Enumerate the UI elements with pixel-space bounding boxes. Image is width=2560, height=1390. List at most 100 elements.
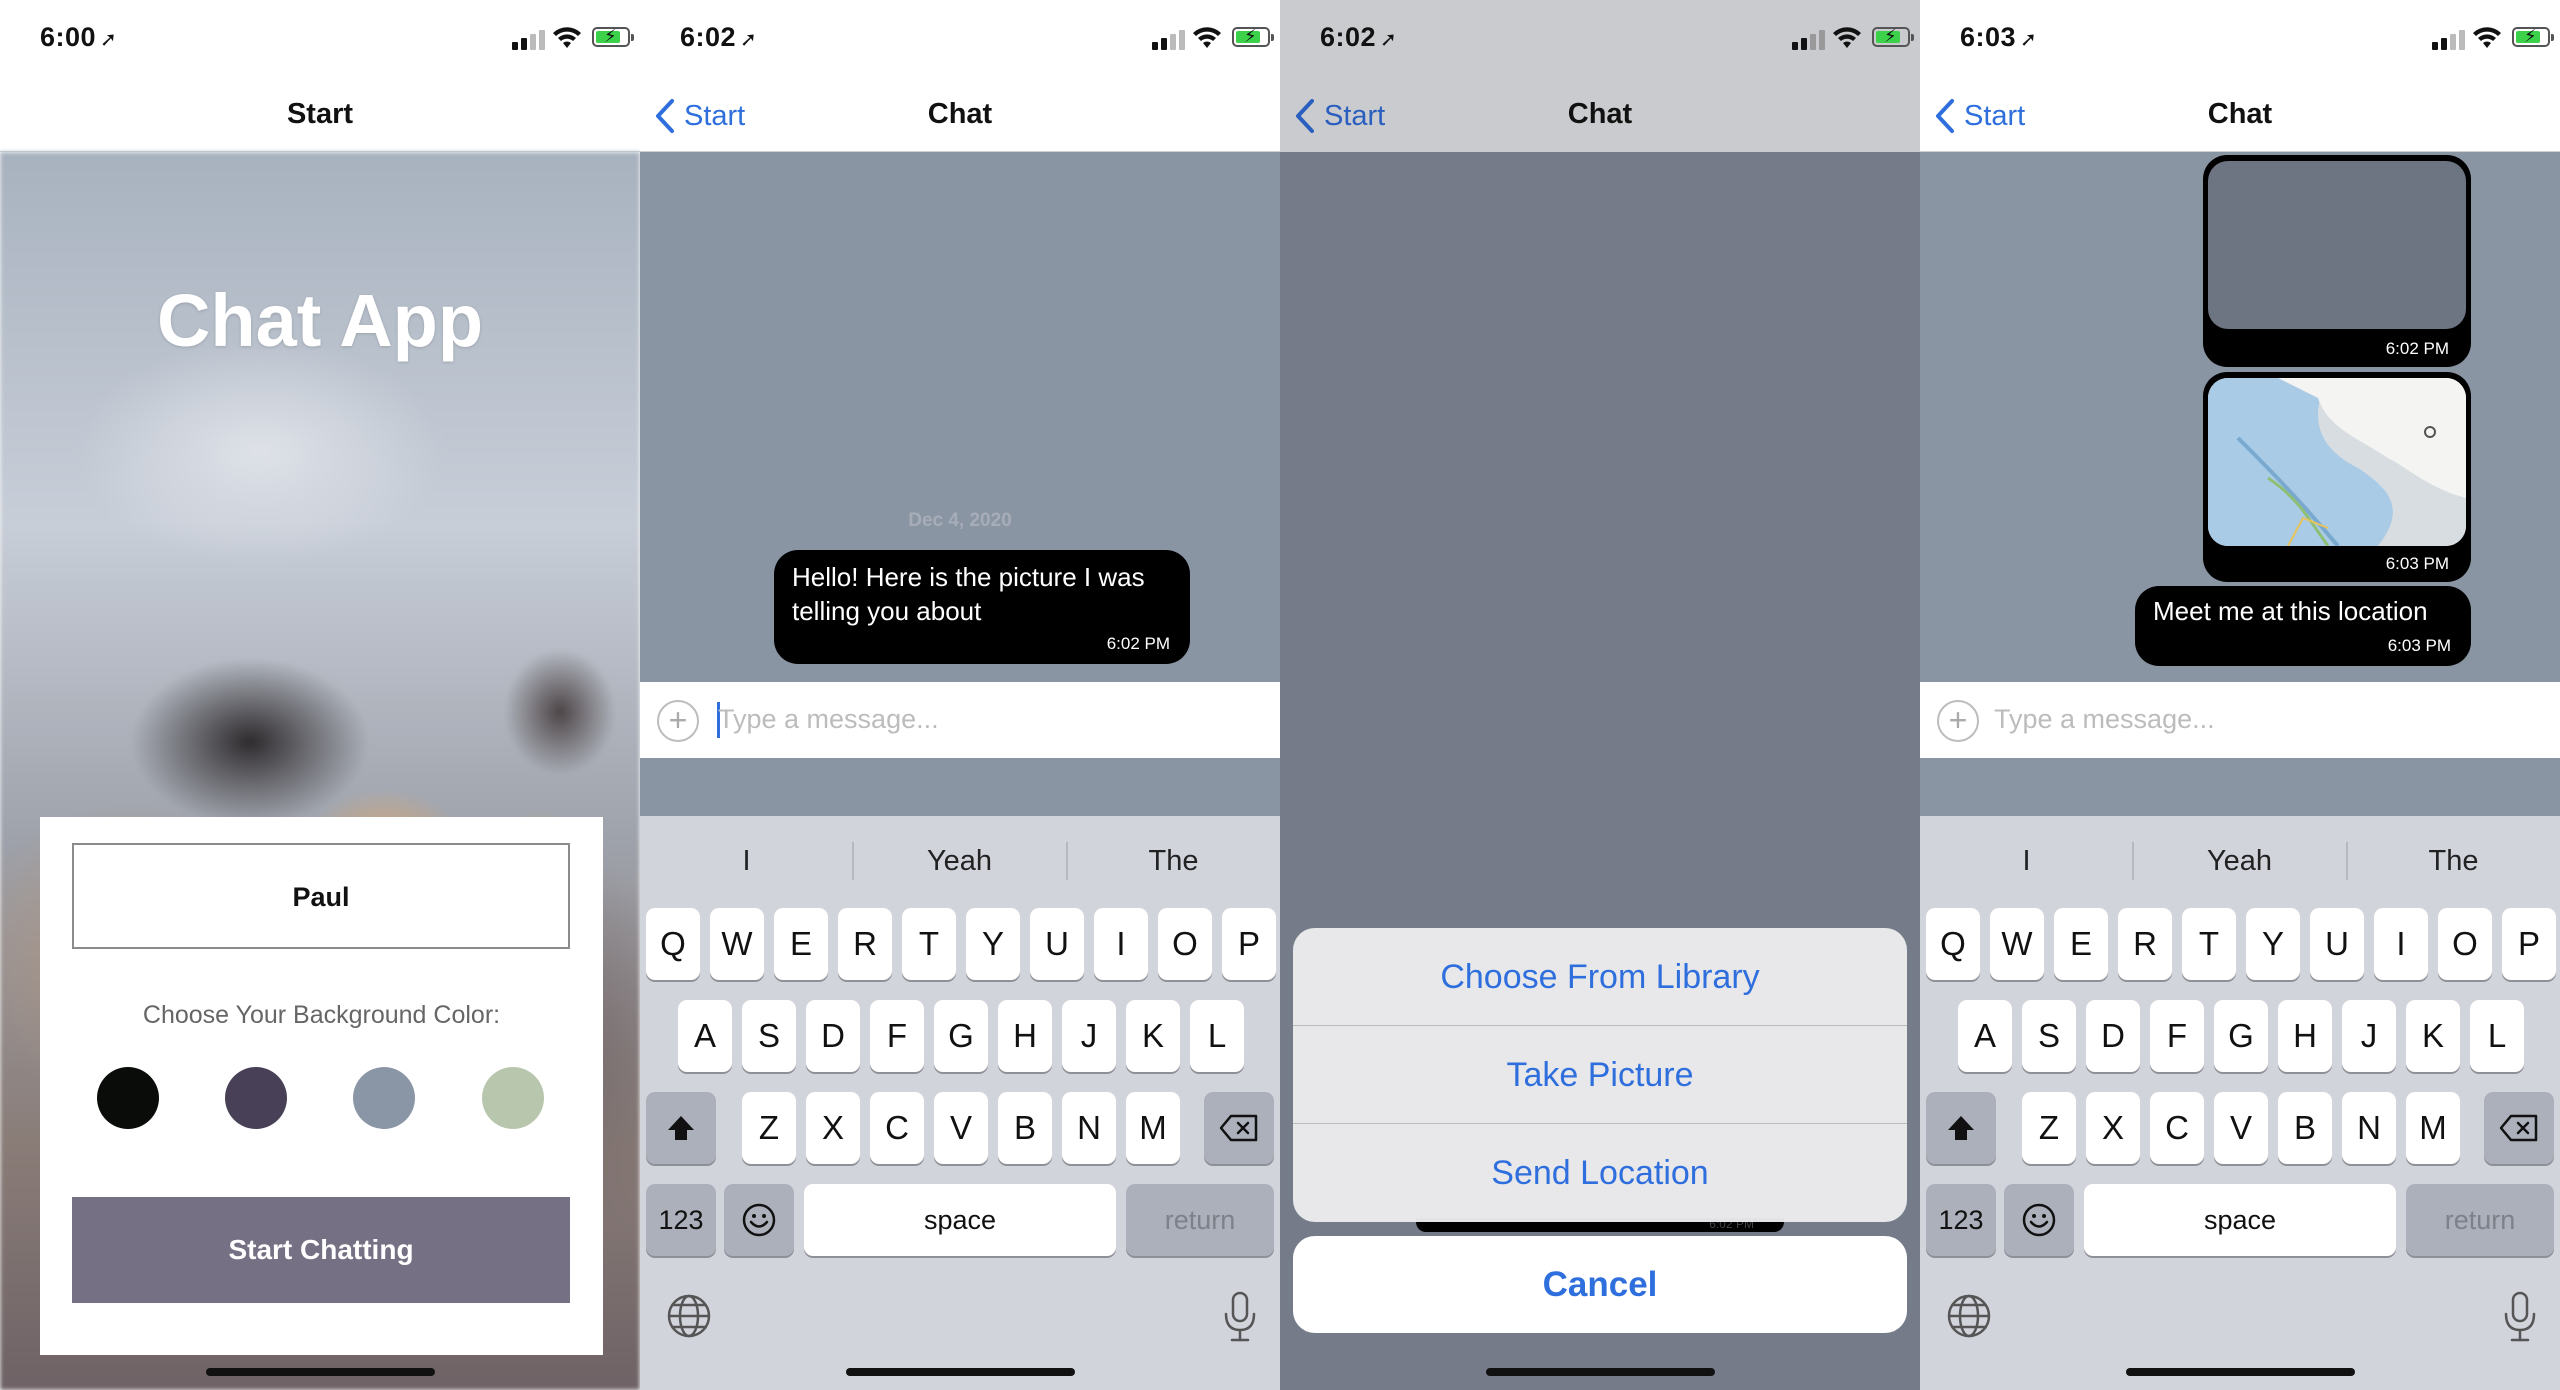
numbers-key[interactable]: 123 xyxy=(1926,1184,1996,1256)
key-e[interactable]: E xyxy=(774,908,828,980)
key-t[interactable]: T xyxy=(902,908,956,980)
name-input[interactable]: Paul xyxy=(72,843,570,949)
key-c[interactable]: C xyxy=(870,1092,924,1164)
key-s[interactable]: S xyxy=(742,1000,796,1072)
dictation-key[interactable] xyxy=(2500,1290,2540,1342)
suggestion-3[interactable]: The xyxy=(1067,832,1280,890)
cancel-button[interactable]: Cancel xyxy=(1293,1236,1907,1333)
key-h[interactable]: H xyxy=(998,1000,1052,1072)
home-indicator xyxy=(2126,1368,2355,1376)
space-key[interactable]: space xyxy=(2084,1184,2396,1256)
send-location-option[interactable]: Send Location xyxy=(1293,1124,1907,1222)
key-v[interactable]: V xyxy=(934,1092,988,1164)
key-m[interactable]: M xyxy=(2406,1092,2460,1164)
key-f[interactable]: F xyxy=(2150,1000,2204,1072)
key-c[interactable]: C xyxy=(2150,1092,2204,1164)
key-w[interactable]: W xyxy=(1990,908,2044,980)
color-swatch-purple[interactable] xyxy=(225,1067,287,1129)
key-o[interactable]: O xyxy=(2438,908,2492,980)
suggestion-1[interactable]: I xyxy=(1920,832,2133,890)
color-swatch-grey[interactable] xyxy=(353,1067,415,1129)
numbers-key[interactable]: 123 xyxy=(646,1184,716,1256)
key-s[interactable]: S xyxy=(2022,1000,2076,1072)
key-h[interactable]: H xyxy=(2278,1000,2332,1072)
message-bubble[interactable]: Meet me at this location 6:03 PM xyxy=(2135,586,2471,666)
key-b[interactable]: B xyxy=(2278,1092,2332,1164)
key-e[interactable]: E xyxy=(2054,908,2108,980)
key-u[interactable]: U xyxy=(1030,908,1084,980)
key-w[interactable]: W xyxy=(710,908,764,980)
key-y[interactable]: Y xyxy=(2246,908,2300,980)
suggestion-3[interactable]: The xyxy=(2347,832,2560,890)
key-l[interactable]: L xyxy=(1190,1000,1244,1072)
backspace-key[interactable] xyxy=(1204,1092,1274,1164)
location-arrow-icon: ➚ xyxy=(1380,29,1398,51)
backspace-key[interactable] xyxy=(2484,1092,2554,1164)
key-p[interactable]: P xyxy=(2502,908,2556,980)
key-i[interactable]: I xyxy=(2374,908,2428,980)
key-v[interactable]: V xyxy=(2214,1092,2268,1164)
wifi-icon xyxy=(1833,27,1861,48)
key-n[interactable]: N xyxy=(1062,1092,1116,1164)
start-chatting-button[interactable]: Start Chatting xyxy=(72,1197,570,1303)
key-n[interactable]: N xyxy=(2342,1092,2396,1164)
shift-key[interactable] xyxy=(1926,1092,1996,1164)
key-f[interactable]: F xyxy=(870,1000,924,1072)
key-z[interactable]: Z xyxy=(742,1092,796,1164)
key-d[interactable]: D xyxy=(806,1000,860,1072)
return-key[interactable]: return xyxy=(1126,1184,1274,1256)
globe-key[interactable] xyxy=(665,1292,713,1340)
key-q[interactable]: Q xyxy=(1926,908,1980,980)
key-g[interactable]: G xyxy=(934,1000,988,1072)
key-b[interactable]: B xyxy=(998,1092,1052,1164)
key-r[interactable]: R xyxy=(2118,908,2172,980)
space-key[interactable]: space xyxy=(804,1184,1116,1256)
globe-key[interactable] xyxy=(1945,1292,1993,1340)
key-u[interactable]: U xyxy=(2310,908,2364,980)
shift-key[interactable] xyxy=(646,1092,716,1164)
location-message-bubble[interactable]: 6:03 PM xyxy=(2203,372,2471,582)
return-key[interactable]: return xyxy=(2406,1184,2554,1256)
key-r[interactable]: R xyxy=(838,908,892,980)
battery-icon: ⚡ xyxy=(2512,26,2554,47)
emoji-key[interactable] xyxy=(724,1184,794,1256)
key-i[interactable]: I xyxy=(1094,908,1148,980)
color-swatch-black[interactable] xyxy=(97,1067,159,1129)
key-a[interactable]: A xyxy=(678,1000,732,1072)
key-y[interactable]: Y xyxy=(966,908,1020,980)
emoji-key[interactable] xyxy=(2004,1184,2074,1256)
key-a[interactable]: A xyxy=(1958,1000,2012,1072)
color-swatch-green[interactable] xyxy=(482,1067,544,1129)
clock: 6:03 ➚ xyxy=(1960,22,2038,52)
key-o[interactable]: O xyxy=(1158,908,1212,980)
message-bubble[interactable]: Hello! Here is the picture I was telling… xyxy=(774,550,1190,664)
key-j[interactable]: J xyxy=(2342,1000,2396,1072)
dictation-key[interactable] xyxy=(1220,1290,1260,1342)
map-preview[interactable] xyxy=(2208,378,2466,546)
cellular-signal-icon xyxy=(1152,28,1188,50)
key-j[interactable]: J xyxy=(1062,1000,1116,1072)
take-picture-option[interactable]: Take Picture xyxy=(1293,1026,1907,1124)
key-k[interactable]: K xyxy=(2406,1000,2460,1072)
key-z[interactable]: Z xyxy=(2022,1092,2076,1164)
choose-from-library-option[interactable]: Choose From Library xyxy=(1293,928,1907,1026)
image-message-bubble[interactable]: 6:02 PM xyxy=(2203,155,2471,367)
message-input[interactable]: Type a message... xyxy=(1994,696,2534,742)
key-l[interactable]: L xyxy=(2470,1000,2524,1072)
add-attachment-button[interactable]: + xyxy=(1937,700,1979,742)
key-x[interactable]: X xyxy=(2086,1092,2140,1164)
key-m[interactable]: M xyxy=(1126,1092,1180,1164)
message-input[interactable]: Type a message... xyxy=(718,696,1258,742)
add-attachment-button[interactable]: + xyxy=(657,700,699,742)
key-p[interactable]: P xyxy=(1222,908,1276,980)
key-d[interactable]: D xyxy=(2086,1000,2140,1072)
key-g[interactable]: G xyxy=(2214,1000,2268,1072)
key-x[interactable]: X xyxy=(806,1092,860,1164)
suggestion-2[interactable]: Yeah xyxy=(2133,832,2346,890)
key-k[interactable]: K xyxy=(1126,1000,1180,1072)
key-q[interactable]: Q xyxy=(646,908,700,980)
suggestion-2[interactable]: Yeah xyxy=(853,832,1066,890)
suggestion-1[interactable]: I xyxy=(640,832,853,890)
microphone-icon xyxy=(1224,1291,1256,1342)
key-t[interactable]: T xyxy=(2182,908,2236,980)
